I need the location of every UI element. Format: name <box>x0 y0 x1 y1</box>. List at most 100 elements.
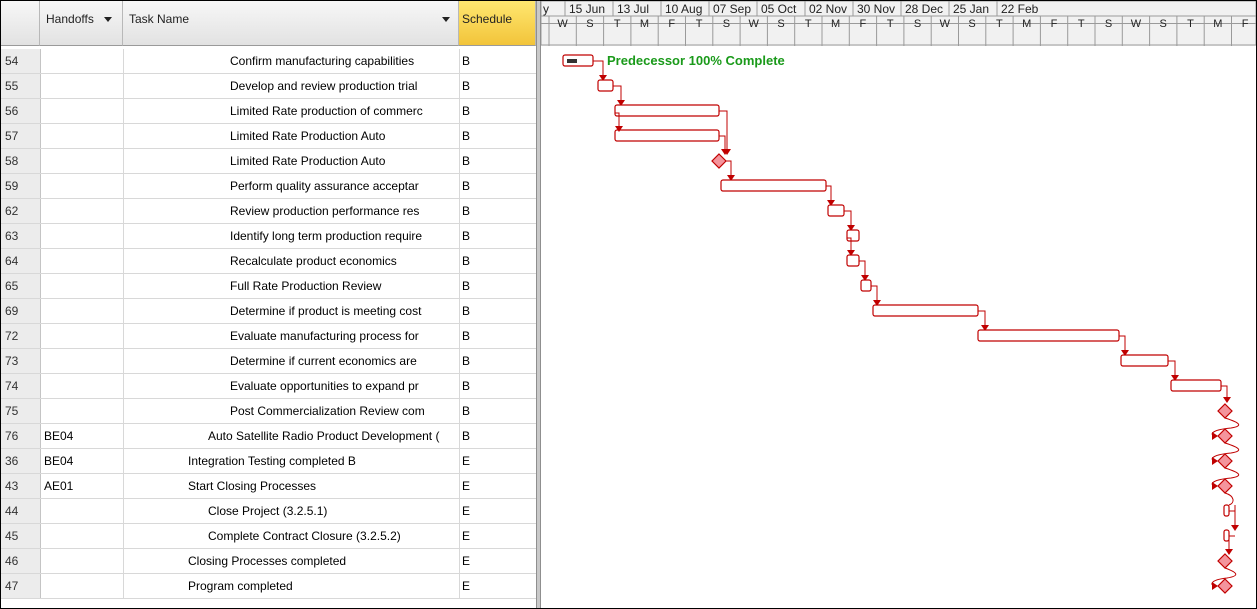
row-id-cell[interactable]: 36 <box>1 449 41 473</box>
table-row[interactable]: 73 Determine if current economics are B <box>1 349 536 374</box>
table-row[interactable]: 72 Evaluate manufacturing process for B <box>1 324 536 349</box>
task-name-cell[interactable]: Confirm manufacturing capabilities <box>123 49 460 73</box>
task-name-cell[interactable]: Auto Satellite Radio Product Development… <box>123 424 460 448</box>
row-id-cell[interactable]: 63 <box>1 224 41 248</box>
handoff-cell[interactable] <box>40 99 124 123</box>
row-id-cell[interactable]: 55 <box>1 74 41 98</box>
handoff-cell[interactable]: BE04 <box>40 424 124 448</box>
schedule-cell[interactable]: E <box>459 524 536 548</box>
row-id-cell[interactable]: 56 <box>1 99 41 123</box>
row-id-cell[interactable]: 46 <box>1 549 41 573</box>
row-id-cell[interactable]: 44 <box>1 499 41 523</box>
table-row[interactable]: 56 Limited Rate production of commerc B <box>1 99 536 124</box>
task-name-cell[interactable]: Determine if product is meeting cost <box>123 299 460 323</box>
column-header-handoffs[interactable]: Handoffs <box>40 1 123 46</box>
row-id-cell[interactable]: 64 <box>1 249 41 273</box>
handoff-cell[interactable] <box>40 224 124 248</box>
table-row[interactable]: 45 Complete Contract Closure (3.2.5.2) E <box>1 524 536 549</box>
table-row[interactable]: 54 Confirm manufacturing capabilities B <box>1 49 536 74</box>
handoff-cell[interactable] <box>40 174 124 198</box>
handoff-cell[interactable] <box>40 324 124 348</box>
schedule-cell[interactable]: B <box>459 349 536 373</box>
schedule-cell[interactable]: B <box>459 99 536 123</box>
schedule-cell[interactable]: B <box>459 74 536 98</box>
table-row[interactable]: 36 BE04 Integration Testing completed B E <box>1 449 536 474</box>
task-name-cell[interactable]: Evaluate opportunities to expand pr <box>123 374 460 398</box>
table-row[interactable]: 76 BE04 Auto Satellite Radio Product Devel… <box>1 424 536 449</box>
handoff-cell[interactable] <box>40 524 124 548</box>
schedule-cell[interactable]: B <box>459 49 536 73</box>
task-name-cell[interactable]: Close Project (3.2.5.1) <box>123 499 460 523</box>
handoff-cell[interactable] <box>40 199 124 223</box>
table-row[interactable]: 74 Evaluate opportunities to expand pr B <box>1 374 536 399</box>
task-name-cell[interactable]: Program completed <box>123 574 460 598</box>
row-id-cell[interactable]: 73 <box>1 349 41 373</box>
handoff-cell[interactable] <box>40 349 124 373</box>
schedule-cell[interactable]: E <box>459 549 536 573</box>
row-id-cell[interactable]: 62 <box>1 199 41 223</box>
handoff-cell[interactable] <box>40 74 124 98</box>
row-id-cell[interactable]: 47 <box>1 574 41 598</box>
handoff-cell[interactable] <box>40 274 124 298</box>
table-row[interactable]: 58 Limited Rate Production Auto B <box>1 149 536 174</box>
task-name-cell[interactable]: Determine if current economics are <box>123 349 460 373</box>
row-id-cell[interactable]: 59 <box>1 174 41 198</box>
schedule-cell[interactable]: B <box>459 174 536 198</box>
handoff-cell[interactable]: BE04 <box>40 449 124 473</box>
row-id-cell[interactable]: 58 <box>1 149 41 173</box>
schedule-cell[interactable]: E <box>459 474 536 498</box>
table-row[interactable]: 69 Determine if product is meeting cost B <box>1 299 536 324</box>
schedule-cell[interactable]: B <box>459 424 536 448</box>
handoff-cell[interactable] <box>40 124 124 148</box>
chevron-down-icon[interactable] <box>442 17 450 22</box>
table-row[interactable]: 43 AE01 Start Closing Processes E <box>1 474 536 499</box>
task-name-cell[interactable]: Recalculate product economics <box>123 249 460 273</box>
table-row[interactable]: 75 Post Commercialization Review com B <box>1 399 536 424</box>
task-name-cell[interactable]: Perform quality assurance acceptar <box>123 174 460 198</box>
schedule-cell[interactable]: B <box>459 324 536 348</box>
task-name-cell[interactable]: Identify long term production require <box>123 224 460 248</box>
schedule-cell[interactable]: E <box>459 574 536 598</box>
row-id-cell[interactable]: 69 <box>1 299 41 323</box>
chevron-down-icon[interactable] <box>104 17 112 22</box>
handoff-cell[interactable] <box>40 399 124 423</box>
task-name-cell[interactable]: Limited Rate Production Auto <box>123 124 460 148</box>
row-id-cell[interactable]: 54 <box>1 49 41 73</box>
row-id-cell[interactable]: 45 <box>1 524 41 548</box>
handoff-cell[interactable] <box>40 374 124 398</box>
handoff-cell[interactable] <box>40 49 124 73</box>
schedule-cell[interactable]: B <box>459 199 536 223</box>
schedule-cell[interactable]: B <box>459 399 536 423</box>
row-id-cell[interactable]: 65 <box>1 274 41 298</box>
task-name-cell[interactable]: Review production performance res <box>123 199 460 223</box>
handoff-cell[interactable] <box>40 149 124 173</box>
task-name-cell[interactable]: Start Closing Processes <box>123 474 460 498</box>
handoff-cell[interactable] <box>40 499 124 523</box>
schedule-cell[interactable]: B <box>459 299 536 323</box>
task-name-cell[interactable]: Post Commercialization Review com <box>123 399 460 423</box>
schedule-cell[interactable]: B <box>459 274 536 298</box>
row-id-cell[interactable]: 76 <box>1 424 41 448</box>
table-row[interactable]: 46 Closing Processes completed E <box>1 549 536 574</box>
column-header-schedule[interactable]: Schedule <box>459 1 536 46</box>
handoff-cell[interactable] <box>40 574 124 598</box>
table-row[interactable]: 62 Review production performance res B <box>1 199 536 224</box>
column-header-task-name[interactable]: Task Name <box>123 1 459 46</box>
table-row[interactable]: 65 Full Rate Production Review B <box>1 274 536 299</box>
task-name-cell[interactable]: Limited Rate production of commerc <box>123 99 460 123</box>
schedule-cell[interactable]: B <box>459 149 536 173</box>
schedule-cell[interactable]: B <box>459 224 536 248</box>
handoff-cell[interactable] <box>40 249 124 273</box>
row-id-cell[interactable]: 74 <box>1 374 41 398</box>
row-id-cell[interactable]: 75 <box>1 399 41 423</box>
schedule-cell[interactable]: B <box>459 249 536 273</box>
row-id-cell[interactable]: 72 <box>1 324 41 348</box>
task-name-cell[interactable]: Full Rate Production Review <box>123 274 460 298</box>
task-name-cell[interactable]: Closing Processes completed <box>123 549 460 573</box>
task-name-cell[interactable]: Limited Rate Production Auto <box>123 149 460 173</box>
task-name-cell[interactable]: Complete Contract Closure (3.2.5.2) <box>123 524 460 548</box>
task-name-cell[interactable]: Develop and review production trial <box>123 74 460 98</box>
schedule-cell[interactable]: E <box>459 449 536 473</box>
select-all-corner[interactable] <box>1 1 40 46</box>
task-name-cell[interactable]: Integration Testing completed B <box>123 449 460 473</box>
